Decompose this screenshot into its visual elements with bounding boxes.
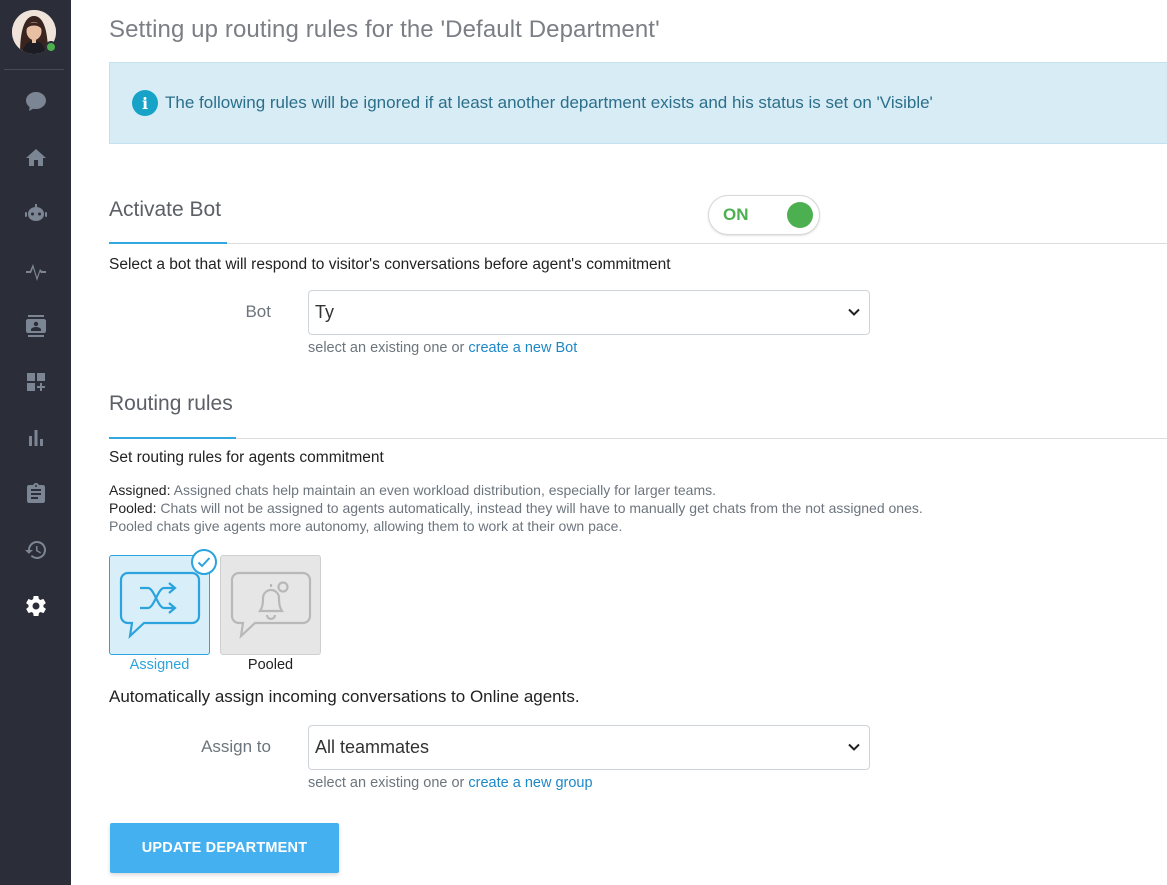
chat-icon [25, 92, 46, 111]
activate-bot-description: Select a bot that will respond to visito… [109, 256, 671, 273]
sidebar-divider [4, 69, 64, 70]
main-content: Setting up routing rules for the 'Defaul… [71, 0, 1167, 885]
assign-to-label: Assign to [201, 737, 271, 756]
sidebar-item-tasks[interactable] [0, 474, 71, 514]
selected-check-icon [191, 549, 217, 575]
bot-select[interactable]: Ty [308, 290, 870, 335]
bot-helper-text: select an existing one or create a new B… [308, 340, 578, 356]
create-new-bot-link[interactable]: create a new Bot [468, 340, 577, 356]
routing-option-assigned-label[interactable]: Assigned [109, 657, 210, 673]
info-alert: i The following rules will be ignored if… [109, 62, 1167, 144]
reports-icon [28, 430, 43, 446]
apps-icon [26, 373, 45, 391]
sidebar-item-bots[interactable] [0, 194, 71, 234]
bot-field-label: Bot [245, 302, 271, 321]
activity-icon [25, 264, 46, 281]
assign-helper-text: select an existing one or create a new g… [308, 775, 593, 791]
sidebar-item-apps[interactable] [0, 362, 71, 402]
pooled-explanation-2: Pooled chats give agents more autonomy, … [109, 518, 623, 534]
shuffle-chat-icon [119, 571, 201, 639]
bot-select-value: Ty [315, 302, 335, 322]
routing-rules-heading: Routing rules [109, 392, 233, 415]
routing-option-pooled[interactable] [220, 555, 321, 655]
create-new-group-link[interactable]: create a new group [468, 775, 592, 791]
clipboard-icon [26, 483, 45, 503]
history-icon [24, 540, 46, 559]
assigned-explanation: Assigned: Assigned chats help maintain a… [109, 482, 717, 498]
update-department-button[interactable]: UPDATE DEPARTMENT [110, 823, 339, 873]
assign-to-select-value: All teammates [315, 737, 430, 757]
sidebar-item-settings[interactable] [0, 586, 71, 626]
info-alert-text: The following rules will be ignored if a… [165, 93, 933, 112]
sidebar-item-activity[interactable] [0, 250, 71, 290]
contacts-icon [25, 315, 46, 337]
sidebar-item-chat[interactable] [0, 82, 71, 122]
routing-description: Set routing rules for agents commitment [109, 449, 384, 466]
toggle-knob [787, 202, 813, 228]
bell-chat-icon [230, 571, 312, 639]
activate-bot-divider [109, 242, 1167, 244]
toggle-state-label: ON [723, 205, 749, 224]
gear-icon [25, 596, 46, 617]
sidebar-item-home[interactable] [0, 138, 71, 178]
routing-explanations: Assigned: Assigned chats help maintain a… [109, 481, 923, 535]
routing-rules-divider [109, 437, 1167, 439]
info-icon: i [132, 90, 158, 116]
auto-assign-description: Automatically assign incoming conversati… [109, 687, 580, 706]
online-status-dot [45, 41, 57, 53]
sidebar [0, 0, 71, 885]
chevron-down-icon [848, 743, 860, 751]
assign-to-select[interactable]: All teammates [308, 725, 870, 770]
sidebar-item-contacts[interactable] [0, 306, 71, 346]
page-title: Setting up routing rules for the 'Defaul… [109, 16, 660, 43]
bot-icon [24, 204, 47, 221]
user-avatar[interactable] [12, 10, 57, 54]
activate-bot-heading: Activate Bot [109, 198, 222, 221]
routing-option-pooled-label[interactable]: Pooled [220, 657, 321, 673]
sidebar-item-reports[interactable] [0, 418, 71, 458]
sidebar-item-history[interactable] [0, 530, 71, 570]
activate-bot-toggle[interactable]: ON [708, 195, 820, 235]
pooled-explanation: Pooled: Chats will not be assigned to ag… [109, 500, 923, 516]
home-icon [25, 149, 46, 166]
chevron-down-icon [848, 308, 860, 316]
